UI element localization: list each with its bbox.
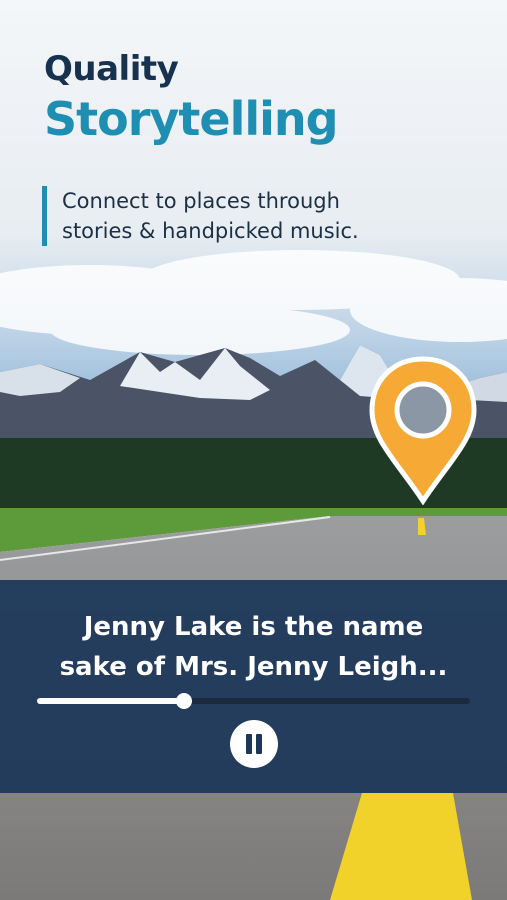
headline-eyebrow: Quality	[44, 49, 179, 89]
headline: Quality Storytelling	[44, 49, 339, 146]
audio-player: Jenny Lake is the name sake of Mrs. Jenn…	[0, 580, 507, 793]
tagline: Connect to places through stories & hand…	[42, 186, 392, 246]
pause-icon	[246, 734, 252, 754]
story-title-line-1: Jenny Lake is the name	[83, 612, 424, 642]
pause-button[interactable]	[230, 720, 278, 768]
story-title: Jenny Lake is the name sake of Mrs. Jenn…	[0, 607, 507, 687]
tagline-line-2: stories & handpicked music.	[62, 219, 359, 243]
pause-icon-bar	[256, 734, 262, 754]
story-title-line-2: sake of Mrs. Jenny Leigh...	[59, 652, 448, 682]
onboarding-screen: Quality Storytelling Connect to places t…	[0, 0, 507, 900]
headline-title: Storytelling	[44, 92, 339, 146]
progress-fill	[37, 698, 185, 704]
progress-handle[interactable]	[176, 693, 193, 709]
location-pin-icon	[369, 356, 477, 505]
clouds	[0, 250, 507, 355]
progress-slider[interactable]	[37, 693, 470, 709]
tagline-line-1: Connect to places through	[62, 189, 340, 213]
